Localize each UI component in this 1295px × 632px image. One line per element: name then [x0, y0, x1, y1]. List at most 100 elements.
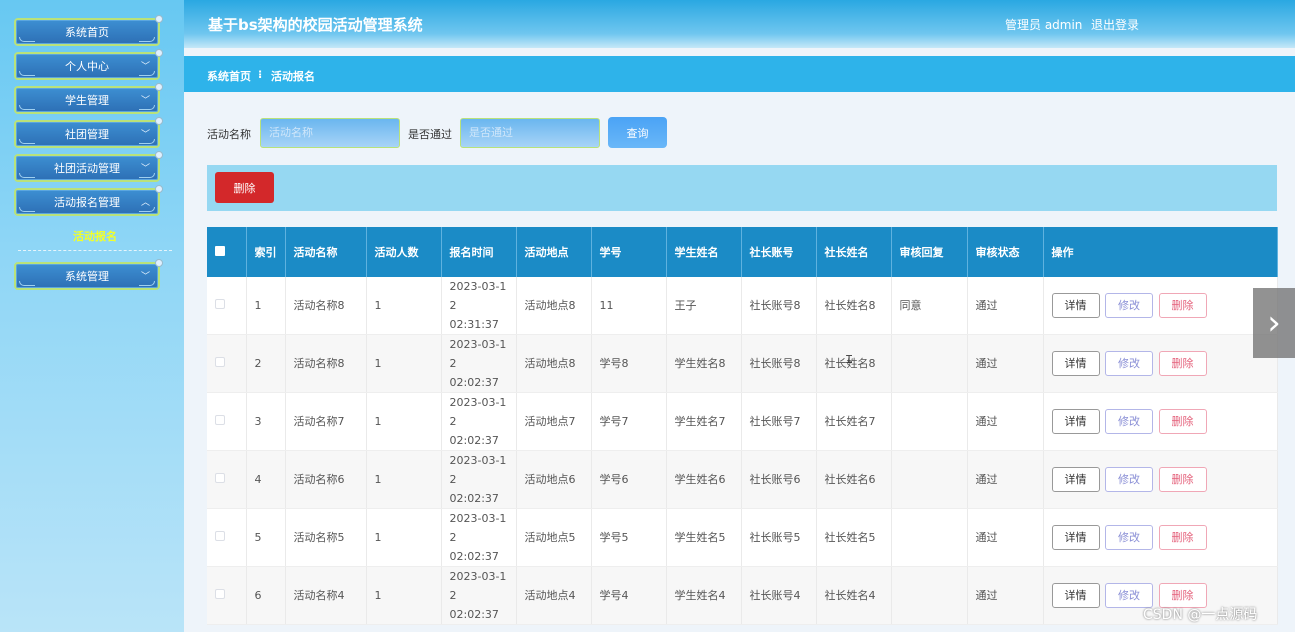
table-row: 6 活动名称4 1 2023-03-1 2 02:02:37 活动地点4 学号4 学生姓名4 社…: [207, 566, 1278, 625]
cell-reply: [891, 508, 968, 567]
row-select-cell[interactable]: [207, 450, 247, 509]
time-line-1: 2023-03-1: [449, 396, 507, 409]
column-header: 学生姓名: [666, 227, 742, 277]
cell-idx: 1: [246, 277, 286, 335]
row-checkbox[interactable]: [215, 589, 225, 599]
row-select-cell[interactable]: [207, 566, 247, 625]
detail-button[interactable]: 详情: [1051, 467, 1100, 492]
edit-button[interactable]: 修改: [1105, 293, 1153, 318]
ornament-right: [139, 139, 155, 144]
menu-dot: [155, 185, 163, 193]
cell-name: 活动名称6: [285, 450, 367, 509]
menu-club-activities-label: 社团活动管理: [54, 162, 120, 175]
signup-table: 索引 活动名称 活动人数 报名时间 活动地点 学号 学生姓名 社长账号 社长姓名…: [207, 227, 1278, 625]
cell-status: 通过: [967, 334, 1044, 393]
ornament-left: [19, 71, 35, 76]
cell-lname: 社长姓名5: [816, 508, 892, 567]
column-header: 审核回复: [891, 227, 968, 277]
edit-button[interactable]: 修改: [1105, 467, 1153, 492]
cell-reply: [891, 392, 968, 451]
cell-status: 通过: [967, 450, 1044, 509]
row-checkbox[interactable]: [215, 357, 225, 367]
menu-students-label: 学生管理: [65, 94, 109, 107]
ornament-left: [19, 139, 35, 144]
cell-lname: 社长姓名6: [816, 450, 892, 509]
cell-time: 2023-03-1 2 02:02:37: [441, 334, 517, 393]
submenu-activity-signup[interactable]: 活动报名: [18, 228, 172, 244]
cell-lname: 社长姓名8: [816, 277, 892, 335]
row-select-cell[interactable]: [207, 508, 247, 567]
detail-button[interactable]: 详情: [1051, 583, 1100, 608]
row-checkbox[interactable]: [215, 531, 225, 541]
app-title: 基于bs架构的校园活动管理系统: [208, 16, 423, 34]
toolbar: 删除: [207, 165, 1277, 211]
chevron-right-icon: ›: [1267, 303, 1281, 343]
menu-profile-label: 个人中心: [65, 60, 109, 73]
time-line-1: 2023-03-1: [449, 570, 507, 583]
batch-delete-button[interactable]: 删除: [215, 172, 274, 203]
activity-name-input[interactable]: [260, 118, 400, 148]
ornament-right: [139, 173, 155, 178]
delete-button[interactable]: 删除: [1158, 351, 1207, 376]
menu-profile[interactable]: 个人中心 ﹀: [14, 49, 163, 80]
table-row: 2 活动名称8 1 2023-03-1 2 02:02:37 活动地点8 学号8 学生姓名8 社…: [207, 334, 1278, 393]
cell-sid: 学号5: [591, 508, 667, 567]
detail-button[interactable]: 详情: [1051, 409, 1100, 434]
next-page-button[interactable]: ›: [1253, 288, 1295, 358]
time-line-2: 2 02:31:37: [449, 299, 499, 331]
menu-club-activities[interactable]: 社团活动管理 ﹀: [14, 151, 163, 182]
time-line-1: 2023-03-1: [449, 338, 507, 351]
time-line-2: 2 02:02:37: [449, 357, 499, 389]
edit-button[interactable]: 修改: [1105, 351, 1153, 376]
column-header: 报名时间: [441, 227, 517, 277]
cell-name: 活动名称8: [285, 334, 367, 393]
cell-sid: 学号8: [591, 334, 667, 393]
detail-button[interactable]: 详情: [1051, 293, 1100, 318]
cell-sid: 11: [591, 277, 667, 335]
edit-button[interactable]: 修改: [1105, 409, 1153, 434]
query-button[interactable]: 查询: [608, 117, 667, 148]
cell-sname: 学生姓名7: [666, 392, 742, 451]
menu-home[interactable]: 系统首页: [14, 15, 163, 46]
delete-button[interactable]: 删除: [1158, 467, 1207, 492]
detail-button[interactable]: 详情: [1051, 351, 1100, 376]
detail-button[interactable]: 详情: [1051, 525, 1100, 550]
pass-status-input[interactable]: [460, 118, 600, 148]
cell-reply: [891, 450, 968, 509]
menu-system-label: 系统管理: [65, 270, 109, 283]
cell-reply: 同意: [891, 277, 968, 335]
table-row: 3 活动名称7 1 2023-03-1 2 02:02:37 活动地点7 学号7 学生姓名7 社…: [207, 392, 1278, 451]
cell-status: 通过: [967, 277, 1044, 335]
ornament-right: [139, 105, 155, 110]
menu-students[interactable]: 学生管理 ﹀: [14, 83, 163, 114]
select-all-checkbox[interactable]: [215, 245, 225, 256]
row-checkbox[interactable]: [215, 299, 225, 309]
breadcrumb-home[interactable]: 系统首页: [207, 68, 251, 84]
row-checkbox[interactable]: [215, 473, 225, 483]
cell-count: 1: [366, 566, 442, 625]
cell-place: 活动地点5: [516, 508, 592, 567]
row-select-cell[interactable]: [207, 334, 247, 393]
table-row: 5 活动名称5 1 2023-03-1 2 02:02:37 活动地点5 学号5 学生姓名5 社…: [207, 508, 1278, 567]
menu-clubs[interactable]: 社团管理 ﹀: [14, 117, 163, 148]
select-all-header[interactable]: [207, 227, 247, 277]
submenu-divider: [18, 250, 172, 251]
column-header: 社长姓名: [816, 227, 892, 277]
delete-button[interactable]: 删除: [1158, 409, 1207, 434]
cell-name: 活动名称4: [285, 566, 367, 625]
cell-lacct: 社长账号4: [741, 566, 817, 625]
row-select-cell[interactable]: [207, 392, 247, 451]
cell-sname: 学生姓名6: [666, 450, 742, 509]
cell-count: 1: [366, 334, 442, 393]
menu-system[interactable]: 系统管理 ﹀: [14, 259, 163, 290]
column-header: 索引: [246, 227, 286, 277]
menu-signup-management[interactable]: 活动报名管理 ︿: [14, 185, 163, 216]
time-line-1: 2023-03-1: [449, 280, 507, 293]
delete-button[interactable]: 删除: [1158, 525, 1207, 550]
cell-lacct: 社长账号6: [741, 450, 817, 509]
edit-button[interactable]: 修改: [1105, 525, 1153, 550]
logout-link[interactable]: 退出登录: [1091, 16, 1139, 33]
delete-button[interactable]: 删除: [1158, 293, 1207, 318]
row-checkbox[interactable]: [215, 415, 225, 425]
row-select-cell[interactable]: [207, 277, 247, 335]
